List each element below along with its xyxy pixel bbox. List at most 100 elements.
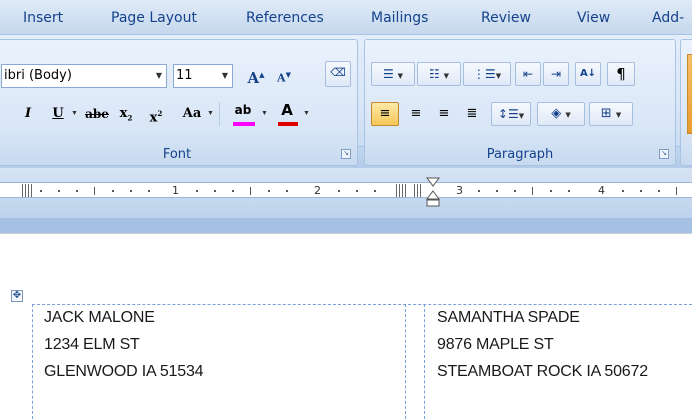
ruler-area: 1 2 3 4 <box>0 168 692 218</box>
sort-icon: A↓ <box>579 68 597 79</box>
ruler-dot <box>622 190 624 192</box>
ruler-dot <box>568 190 570 192</box>
highlight-dropdown-icon[interactable]: ▼ <box>261 110 268 117</box>
tab-insert[interactable]: Insert <box>23 10 63 26</box>
tab-page-layout[interactable]: Page Layout <box>111 10 197 26</box>
font-size-value: 11 <box>176 68 193 83</box>
line-spacing-button[interactable]: ↕☰▼ <box>491 102 531 126</box>
underline-dropdown-icon[interactable]: ▼ <box>71 110 78 117</box>
numbering-icon: ☷ <box>429 67 440 81</box>
shrink-font-icon: A <box>277 71 286 85</box>
line-spacing-dropdown-icon: ▼ <box>518 112 525 120</box>
font-group-label: Font <box>162 147 192 162</box>
tab-mailings[interactable]: Mailings <box>371 10 428 26</box>
ruler-number: 3 <box>456 184 463 197</box>
bullets-dropdown-icon: ▼ <box>397 72 403 80</box>
table-move-handle-icon[interactable]: ✥ <box>11 290 23 302</box>
table-middle-gridline <box>405 304 406 419</box>
ribbon: ibri (Body) ▼ 11 ▼ A▲ A▼ ⌫ I U ▼ abe x2 <box>0 34 692 168</box>
ruler-dot <box>268 190 270 192</box>
tab-references[interactable]: References <box>246 10 324 26</box>
sort-button[interactable]: A↓ <box>575 62 601 86</box>
table-top-gridline <box>32 304 692 305</box>
ruler-dot <box>58 190 60 192</box>
ruler-dot <box>112 190 114 192</box>
align-center-button[interactable]: ≡ <box>403 102 429 126</box>
ruler-column-gutter[interactable] <box>414 184 422 197</box>
increase-indent-button[interactable]: ⇥ <box>543 62 569 86</box>
font-color-icon: A <box>281 101 293 119</box>
ruler-dot <box>496 190 498 192</box>
ruler-dot <box>640 190 642 192</box>
line-spacing-icon: ↕☰ <box>497 107 519 121</box>
highlight-color-bar <box>233 122 255 126</box>
ruler-dot <box>130 190 132 192</box>
paragraph-dialog-launcher-icon[interactable]: ↘ <box>659 149 669 159</box>
numbering-button[interactable]: ☷ ▼ <box>417 62 461 86</box>
underline-button[interactable]: U <box>47 102 69 126</box>
font-dialog-launcher-icon[interactable]: ↘ <box>341 149 351 159</box>
ruler-tick <box>94 187 95 195</box>
font-color-bar <box>278 122 298 126</box>
ruler-dot <box>232 190 234 192</box>
decrease-indent-icon: ⇤ <box>522 67 534 81</box>
change-case-icon: Aa <box>182 106 202 121</box>
align-center-icon: ≡ <box>410 106 422 121</box>
borders-icon: ⊞ <box>600 106 612 121</box>
grow-font-button[interactable]: A▲ <box>245 63 267 87</box>
ruler-dot <box>514 190 516 192</box>
label-line: JACK MALONE <box>44 309 155 326</box>
tab-add-ins[interactable]: Add- <box>652 10 684 26</box>
ruler-dot <box>286 190 288 192</box>
highlight-icon: ab <box>234 103 252 117</box>
numbering-dropdown-icon: ▼ <box>443 72 449 80</box>
tab-review[interactable]: Review <box>481 10 531 26</box>
font-name-dropdown-icon[interactable]: ▼ <box>152 65 166 87</box>
superscript-button[interactable]: x2 <box>145 102 167 126</box>
borders-dropdown-icon: ▼ <box>615 111 622 119</box>
shrink-font-button[interactable]: A▼ <box>273 63 295 87</box>
label-line: GLENWOOD IA 51534 <box>44 363 204 380</box>
font-color-dropdown-icon[interactable]: ▼ <box>303 110 310 117</box>
font-size-dropdown-icon[interactable]: ▼ <box>218 65 232 87</box>
clear-formatting-button[interactable]: ⌫ <box>325 61 351 87</box>
multilevel-dropdown-icon: ▼ <box>495 72 502 80</box>
ruler-column-gutter[interactable] <box>396 184 406 197</box>
align-right-button[interactable]: ≡ <box>431 102 457 126</box>
strikethrough-button[interactable]: abe <box>83 102 111 126</box>
ruler-number: 4 <box>598 184 605 197</box>
highlight-button[interactable]: ab <box>229 98 257 128</box>
tab-view[interactable]: View <box>577 10 610 26</box>
font-size-combo[interactable]: 11 ▼ <box>173 64 233 88</box>
decrease-indent-button[interactable]: ⇤ <box>515 62 541 86</box>
table-middle-gridline <box>424 304 425 419</box>
font-name-combo[interactable]: ibri (Body) ▼ <box>1 64 167 88</box>
paragraph-group: ☰ ▼ ☷ ▼ ⋮☰▼ ⇤ ⇥ A↓ ¶ ≡ ≡ ≡ ≣ ↕☰▼ ◈ ▼ ⊞ ▼… <box>364 39 676 166</box>
change-case-button[interactable]: Aa <box>177 102 207 126</box>
align-left-button[interactable]: ≡ <box>371 102 399 126</box>
label-line: STEAMBOAT ROCK IA 50672 <box>437 363 648 380</box>
strikethrough-icon: abe <box>85 107 109 121</box>
increase-indent-icon: ⇥ <box>550 67 562 81</box>
change-case-dropdown-icon[interactable]: ▼ <box>207 110 214 117</box>
label-line: 9876 MAPLE ST <box>437 336 554 353</box>
subscript-button[interactable]: x2 <box>115 102 137 126</box>
ruler-tick <box>532 187 533 195</box>
bullets-button[interactable]: ☰ ▼ <box>371 62 415 86</box>
horizontal-ruler[interactable]: 1 2 3 4 <box>0 182 692 198</box>
font-color-button[interactable]: A <box>275 98 299 128</box>
indent-marker-icon[interactable] <box>426 177 440 207</box>
multilevel-list-button[interactable]: ⋮☰▼ <box>463 62 511 86</box>
ruler-left-gutter <box>22 184 32 197</box>
justify-button[interactable]: ≣ <box>459 102 485 126</box>
table-left-gridline <box>32 304 33 419</box>
borders-button[interactable]: ⊞ ▼ <box>589 102 633 126</box>
shading-icon: ◈ <box>551 106 562 121</box>
font-separator <box>219 102 220 126</box>
quick-styles-edge <box>687 54 692 134</box>
italic-button[interactable]: I <box>17 102 39 126</box>
ruler-dot <box>550 190 552 192</box>
shading-button[interactable]: ◈ ▼ <box>537 102 585 126</box>
underline-icon: U <box>52 106 64 121</box>
show-hide-button[interactable]: ¶ <box>607 62 635 86</box>
